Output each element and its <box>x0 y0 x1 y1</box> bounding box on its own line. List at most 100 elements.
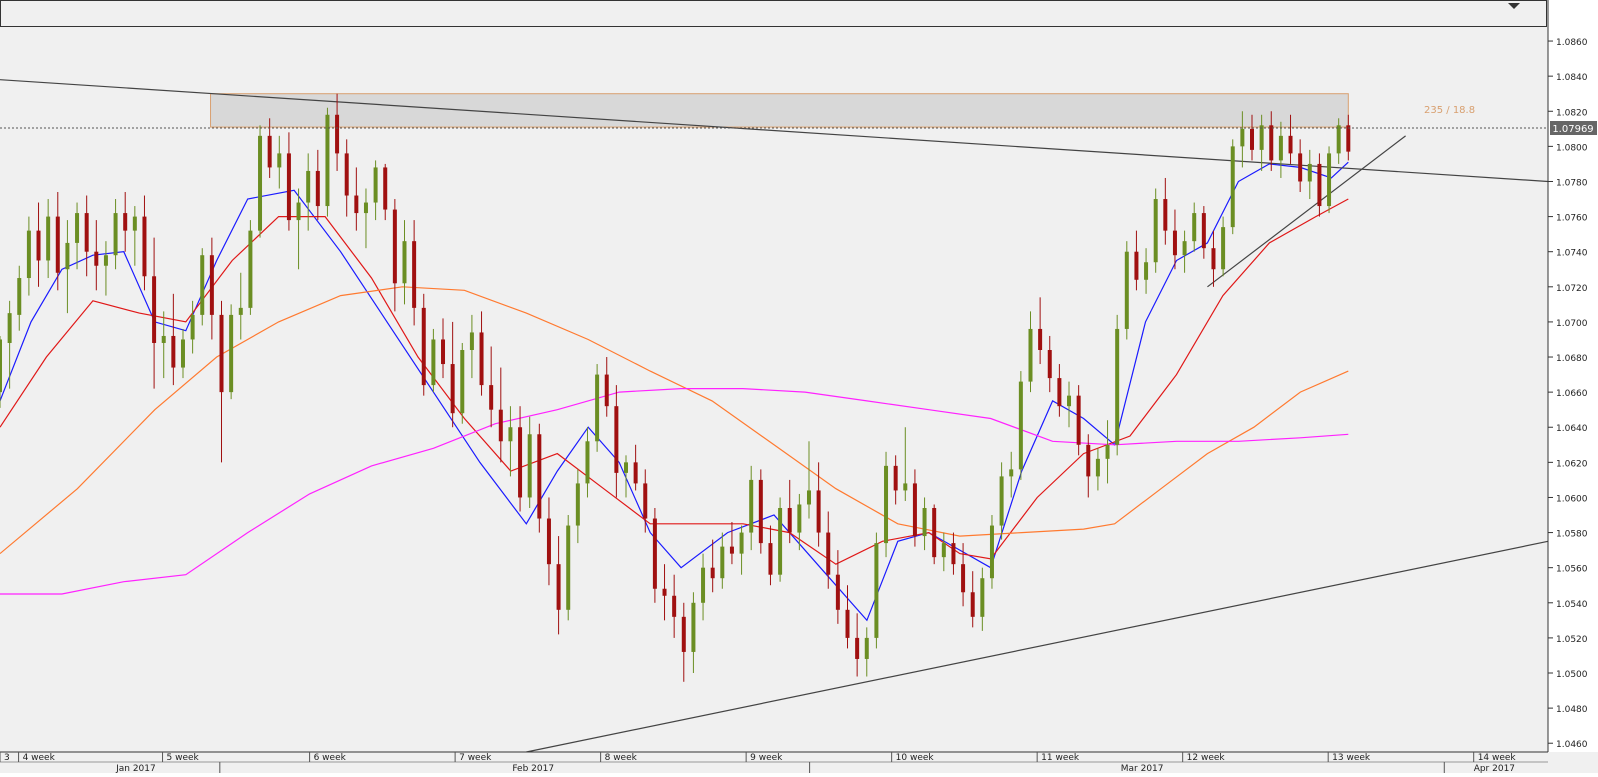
candle-body <box>450 364 455 414</box>
candle-body <box>209 255 214 315</box>
candle <box>989 515 994 589</box>
resistance-zone <box>210 93 1349 128</box>
candle-body <box>1221 227 1226 270</box>
candle-body <box>1259 125 1264 150</box>
y-axis: 1.0860 1.0840 1.0820 1.0800 1.0780 1.0760 1.07… <box>1548 38 1588 750</box>
candle-body <box>7 313 12 343</box>
candle-body <box>113 213 118 256</box>
candle-body <box>180 339 185 368</box>
candle <box>566 515 571 621</box>
candle <box>325 107 330 217</box>
candle-body <box>1163 199 1168 231</box>
candle-body <box>835 574 840 610</box>
zone-rect[interactable] <box>210 93 1349 128</box>
candle <box>1327 146 1332 214</box>
candle-body <box>1134 251 1139 280</box>
candle-body <box>26 230 31 279</box>
candle-body <box>604 374 609 407</box>
candle <box>537 423 542 533</box>
candle-body <box>315 170 320 207</box>
y-tick-label: 1.0660 <box>1556 389 1588 399</box>
candle-body <box>1211 248 1216 270</box>
candle-body <box>614 406 619 473</box>
week-label: 6 week <box>314 753 347 763</box>
candle-body <box>36 230 41 261</box>
candle-body <box>84 213 89 252</box>
candle <box>200 248 205 326</box>
y-tick-label: 1.0740 <box>1556 249 1588 259</box>
candle-body <box>489 385 494 410</box>
candle-body <box>739 532 744 554</box>
y-tick-label: 1.0520 <box>1556 635 1588 645</box>
candle-body <box>229 314 234 393</box>
candle-body <box>219 314 224 393</box>
candle-body <box>171 335 176 368</box>
candle-body <box>354 195 359 214</box>
candle-body <box>479 332 484 386</box>
candle <box>1115 314 1120 456</box>
month-label: Feb 2017 <box>512 764 554 773</box>
y-tick-label: 1.0800 <box>1556 143 1588 153</box>
candle-body <box>17 278 22 315</box>
candle-body <box>392 209 397 284</box>
candle <box>652 507 657 603</box>
candle-body <box>758 479 763 544</box>
candle-body <box>238 307 243 315</box>
candle-body <box>970 592 975 617</box>
candle-body <box>1346 125 1351 152</box>
candle-body <box>826 532 831 575</box>
week-label: 13 week <box>1332 753 1371 763</box>
candle-body <box>874 543 879 638</box>
candle-body <box>1009 469 1014 477</box>
candle-body <box>556 564 561 610</box>
candle-body <box>1336 125 1341 154</box>
candle-body <box>884 465 889 544</box>
candle-body <box>0 339 2 393</box>
candle-body <box>1298 153 1303 182</box>
candle-body <box>681 616 686 652</box>
week-label: 4 week <box>23 753 56 763</box>
candle-body <box>1288 135 1293 154</box>
candle-body <box>1018 381 1023 470</box>
y-tick-label: 1.0820 <box>1556 108 1588 118</box>
candle-body <box>267 135 272 168</box>
candle <box>1153 188 1158 273</box>
y-tick-label: 1.0580 <box>1556 530 1588 540</box>
candle-body <box>720 546 725 579</box>
candle-body <box>662 588 667 596</box>
candle-body <box>1095 458 1100 477</box>
candle-body <box>672 595 677 617</box>
candle-body <box>701 567 706 603</box>
y-tick-label: 1.0860 <box>1556 38 1588 48</box>
candle-body <box>624 462 629 473</box>
candle-body <box>1028 328 1033 382</box>
candle <box>1018 371 1023 480</box>
week-label: 3 <box>4 753 10 763</box>
candle-body <box>816 490 821 533</box>
candle-body <box>855 637 860 659</box>
candle-body <box>864 637 869 659</box>
candle-body <box>363 202 368 214</box>
candle-body <box>566 525 571 610</box>
week-label: 10 week <box>896 753 935 763</box>
candle-body <box>412 241 417 308</box>
y-tick-label: 1.0560 <box>1556 565 1588 575</box>
y-tick-label: 1.0640 <box>1556 424 1588 434</box>
candlestick-chart[interactable]: 235 / 18.8 1.0860 1.0840 1.0820 1.0800 1.078… <box>0 0 1598 774</box>
candle <box>421 293 426 396</box>
candle-body <box>190 314 195 340</box>
candle-body <box>1172 230 1177 256</box>
month-label: Apr 2017 <box>1474 764 1515 773</box>
price-tag-text: 1.07969 <box>1552 124 1593 135</box>
candle-body <box>248 230 253 308</box>
candle <box>1076 385 1081 456</box>
y-tick-label: 1.0540 <box>1556 600 1588 610</box>
candle-body <box>75 213 80 243</box>
candle <box>932 504 937 565</box>
candle-body <box>633 462 638 484</box>
candle-body <box>1038 328 1043 351</box>
y-tick-label: 1.0480 <box>1556 705 1588 715</box>
month-label: Mar 2017 <box>1121 764 1164 773</box>
candle <box>1230 139 1235 235</box>
week-label: 8 week <box>605 753 638 763</box>
